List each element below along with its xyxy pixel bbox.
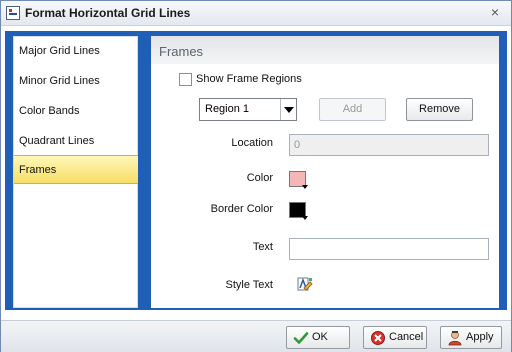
ok-button[interactable]: OK — [286, 326, 350, 349]
text-label: Text — [252, 241, 273, 253]
style-text-icon[interactable] — [297, 276, 313, 292]
title-bar[interactable]: Format Horizontal Grid Lines × — [1, 1, 511, 26]
region-select-value: Region 1 — [205, 103, 250, 115]
close-icon[interactable]: × — [488, 5, 502, 19]
dialog-title: Format Horizontal Grid Lines — [25, 6, 191, 20]
location-value: 0 — [294, 139, 301, 151]
panel-title: Frames — [159, 44, 204, 59]
apply-icon — [448, 331, 462, 346]
cancel-button[interactable]: Cancel — [363, 326, 427, 349]
show-frame-regions-label: Show Frame Regions — [196, 73, 302, 85]
dialog-footer: OK Cancel Apply — [1, 320, 511, 352]
apply-button[interactable]: Apply — [440, 326, 502, 349]
cancel-icon — [371, 331, 385, 345]
border-color-label: Border Color — [210, 203, 273, 215]
cancel-label: Cancel — [389, 331, 424, 343]
region-select[interactable]: Region 1 — [199, 98, 297, 121]
location-label: Location — [231, 137, 273, 149]
ok-label: OK — [312, 331, 328, 343]
remove-button[interactable]: Remove — [406, 98, 473, 121]
text-field[interactable] — [289, 238, 489, 260]
checkmark-icon — [293, 332, 309, 344]
nav-item-color-bands[interactable]: Color Bands — [14, 97, 138, 126]
location-field[interactable]: 0 — [289, 134, 489, 156]
border-color-swatch-picker[interactable] — [289, 202, 308, 220]
frames-panel: Frames Show Frame Regions Region 1 Add R… — [151, 36, 499, 308]
apply-label: Apply — [466, 331, 494, 343]
format-grid-lines-dialog: Format Horizontal Grid Lines × Major Gri… — [0, 0, 512, 352]
add-button[interactable]: Add — [319, 98, 386, 121]
color-label: Color — [246, 172, 273, 184]
panel-header: Frames — [151, 36, 499, 64]
style-text-label: Style Text — [225, 279, 274, 291]
nav-item-quadrant-lines[interactable]: Quadrant Lines — [14, 127, 138, 156]
color-swatch-picker[interactable] — [289, 171, 308, 189]
chevron-down-icon[interactable] — [280, 99, 296, 120]
nav-item-minor-grid-lines[interactable]: Minor Grid Lines — [14, 67, 138, 96]
nav-item-major-grid-lines[interactable]: Major Grid Lines — [14, 37, 138, 66]
show-frame-regions-checkbox[interactable] — [179, 73, 192, 86]
category-list: Major Grid Lines Minor Grid Lines Color … — [13, 36, 138, 308]
grid-lines-app-icon — [6, 6, 20, 20]
nav-item-frames[interactable]: Frames — [14, 155, 138, 184]
